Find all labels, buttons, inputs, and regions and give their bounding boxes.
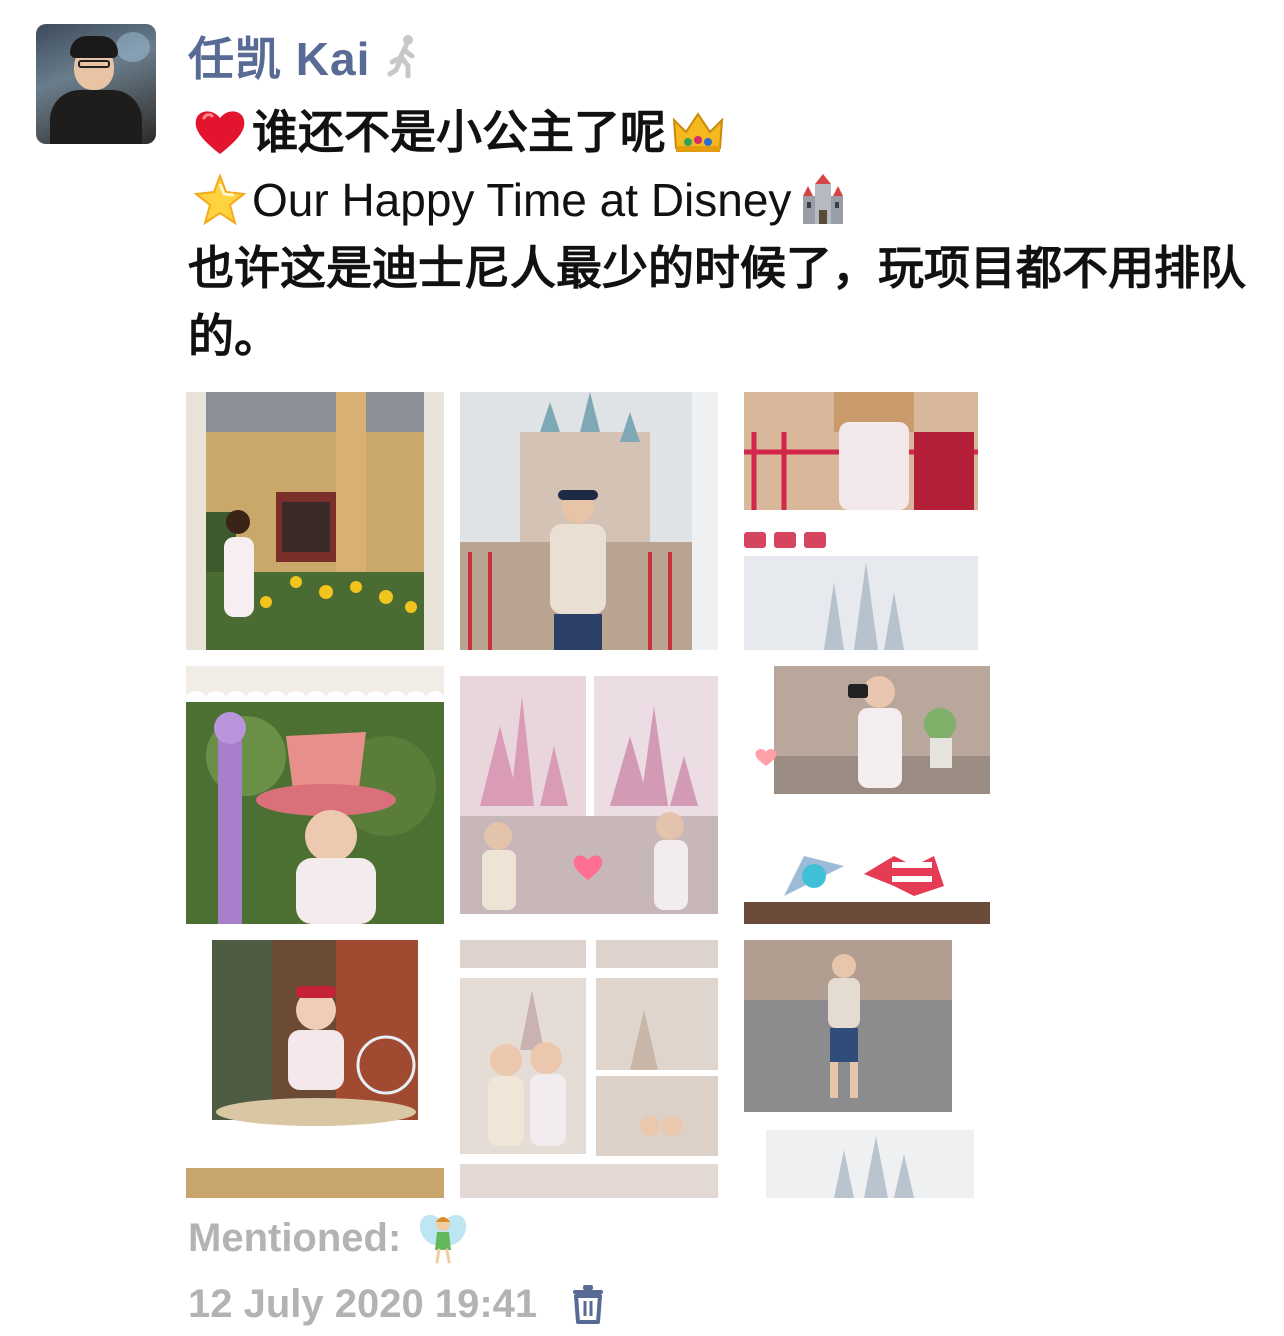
avatar-shirt — [50, 90, 142, 144]
post-line-1-text: 谁还不是小公主了呢 — [252, 106, 666, 158]
photo-7[interactable] — [186, 940, 444, 1198]
photo-8[interactable] — [460, 940, 718, 1198]
red-heart-icon — [188, 100, 252, 164]
author-avatar[interactable] — [36, 24, 156, 144]
crown-icon — [666, 100, 730, 164]
castle-icon — [791, 168, 855, 232]
photo-1[interactable] — [186, 392, 444, 650]
mentioned-label: Mentioned: — [188, 1215, 402, 1260]
mentioned-row: Mentioned: — [188, 1208, 471, 1268]
author-name[interactable]: 任凯 Kai — [188, 23, 370, 89]
post-line-2: Our Happy Time at Disney — [188, 166, 1248, 234]
post-line-2-text: Our Happy Time at Disney — [252, 174, 792, 226]
avatar-background-light — [116, 32, 150, 62]
photo-6[interactable] — [744, 666, 990, 924]
photo-grid — [186, 392, 990, 1198]
glowing-star-icon — [188, 168, 252, 232]
post-content: 谁还不是小公主了呢 Our Happy Time at Disney 也许这是迪… — [188, 98, 1248, 370]
walking-person-icon — [387, 35, 415, 78]
avatar-hair — [70, 36, 118, 58]
photo-3[interactable] — [744, 392, 990, 650]
timestamp-row: 12 July 2020 19:41 — [188, 1276, 605, 1332]
post-line-3: 也许这是迪士尼人最少的时候了，玩项目都不用排队的。 — [188, 242, 1246, 362]
trash-icon[interactable] — [571, 1284, 605, 1324]
photo-4[interactable] — [186, 666, 444, 924]
photo-2[interactable] — [460, 392, 718, 650]
post-timestamp: 12 July 2020 19:41 — [188, 1281, 538, 1326]
fairy-icon[interactable] — [415, 1210, 471, 1266]
author-row: 任凯 Kai — [188, 26, 424, 86]
photo-5[interactable] — [460, 666, 718, 924]
avatar-glasses — [78, 60, 110, 68]
photo-9[interactable] — [744, 940, 990, 1198]
post-line-1: 谁还不是小公主了呢 — [188, 98, 1248, 166]
